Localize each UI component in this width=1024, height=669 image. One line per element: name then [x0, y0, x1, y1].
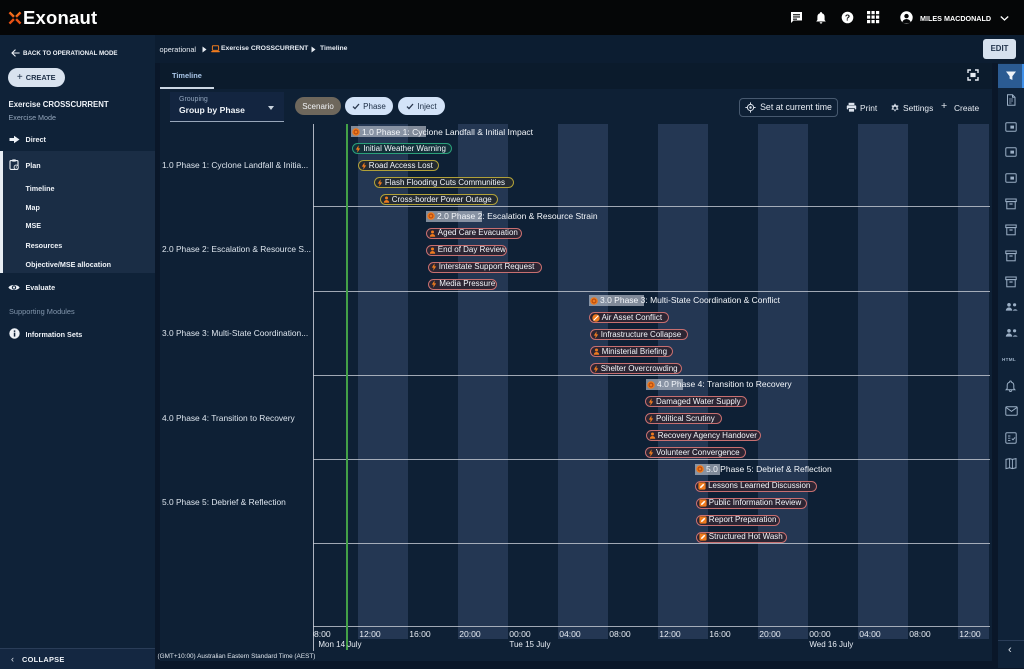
svg-text:?: ? — [845, 12, 850, 22]
